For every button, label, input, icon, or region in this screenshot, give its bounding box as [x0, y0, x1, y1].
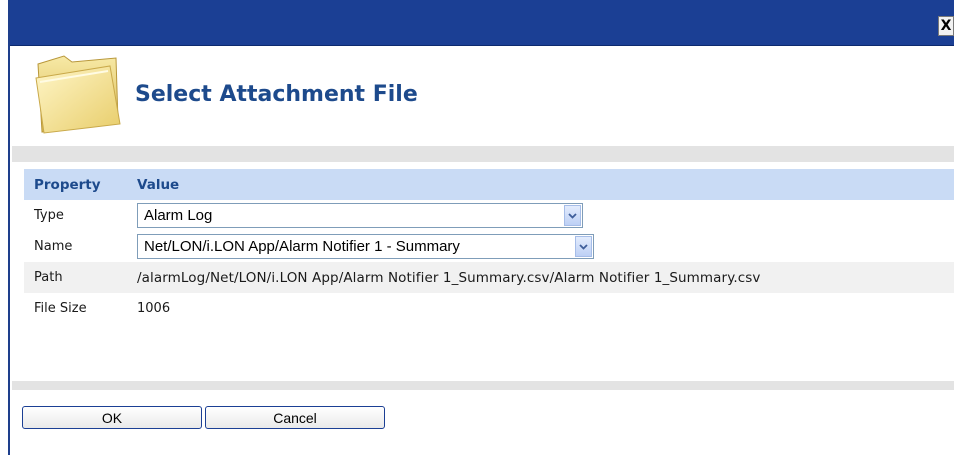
- path-value: /alarmLog/Net/LON/i.LON App/Alarm Notifi…: [137, 269, 761, 286]
- name-select[interactable]: Net/LON/i.LON App/Alarm Notifier 1 - Sum…: [137, 234, 594, 259]
- header-property: Property: [34, 176, 101, 193]
- cancel-button[interactable]: Cancel: [205, 406, 385, 429]
- ok-button[interactable]: OK: [22, 406, 202, 429]
- type-select[interactable]: Alarm Log: [137, 203, 583, 228]
- close-button[interactable]: X: [938, 16, 954, 36]
- select-attachment-dialog: Select Attachment File Property Value Ty…: [12, 46, 954, 455]
- window-titlebar[interactable]: X: [10, 0, 954, 46]
- page-title: Select Attachment File: [135, 82, 418, 107]
- window-left-border: [0, 0, 10, 455]
- table-row-name: Name Net/LON/i.LON App/Alarm Notifier 1 …: [24, 231, 954, 262]
- property-label: Name: [34, 239, 73, 254]
- close-icon: X: [940, 18, 952, 34]
- name-select-value: Net/LON/i.LON App/Alarm Notifier 1 - Sum…: [144, 238, 460, 255]
- header-value: Value: [137, 176, 180, 193]
- separator-top: [12, 146, 954, 162]
- value-cell: Alarm Log: [137, 203, 954, 228]
- table-row-file-size: File Size 1006: [24, 293, 954, 324]
- type-select-value: Alarm Log: [144, 207, 213, 224]
- separator-bottom: [12, 381, 954, 390]
- folder-icon: [35, 55, 121, 134]
- table-row-type: Type Alarm Log: [24, 200, 954, 231]
- file-size-value: 1006: [137, 301, 171, 316]
- chevron-down-icon[interactable]: [575, 236, 592, 257]
- property-label: Path: [34, 270, 63, 285]
- value-cell: Net/LON/i.LON App/Alarm Notifier 1 - Sum…: [137, 234, 954, 259]
- property-label: Type: [34, 208, 64, 223]
- chevron-down-icon[interactable]: [564, 205, 581, 226]
- table-header-row: Property Value: [24, 169, 954, 200]
- property-label: File Size: [34, 301, 87, 316]
- table-row-path: Path /alarmLog/Net/LON/i.LON App/Alarm N…: [24, 262, 954, 293]
- property-table: Property Value Type Alarm Log Name Net/L…: [24, 169, 954, 324]
